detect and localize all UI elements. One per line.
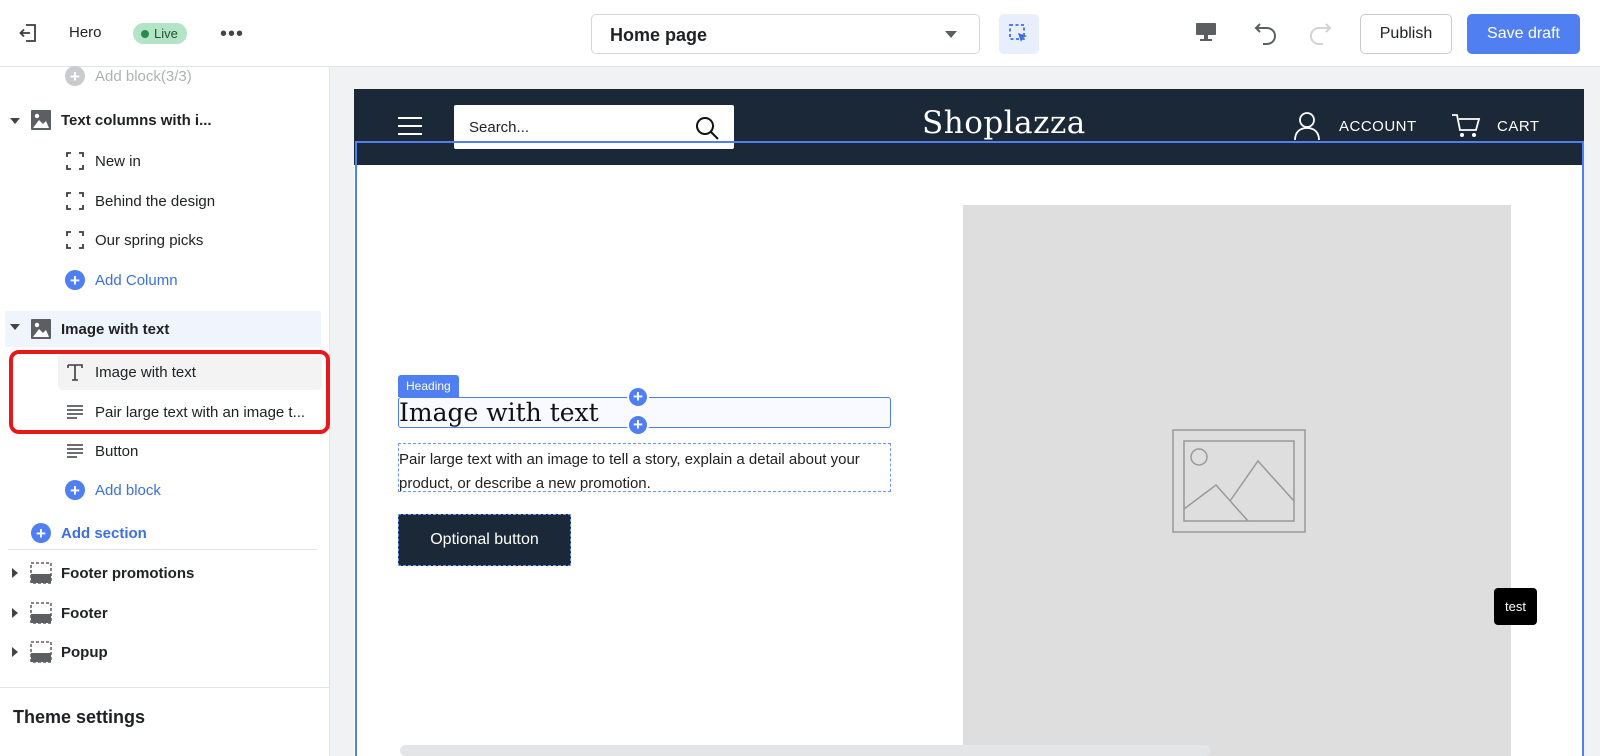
theme-name: Hero <box>69 24 102 41</box>
column-label: New in <box>95 152 141 170</box>
section-label: Popup <box>61 643 108 661</box>
add-circle-icon: + <box>65 66 85 86</box>
store-logo[interactable]: Shoplazza <box>922 105 1086 141</box>
column-label: Behind the design <box>95 192 216 210</box>
page-select-value: Home page <box>610 25 708 45</box>
image-section-icon <box>29 317 53 341</box>
collapse-caret-icon[interactable] <box>10 324 20 330</box>
highlight-annotation-box <box>9 350 330 434</box>
section-footer-promotions[interactable]: Footer promotions <box>29 555 194 591</box>
heading-text: Image with text <box>399 398 599 427</box>
image-placeholder-icon <box>1172 429 1306 537</box>
add-circle-icon: + <box>65 480 85 500</box>
page-select[interactable]: Home page <box>591 14 980 54</box>
collapse-caret-icon[interactable] <box>10 118 20 124</box>
exit-icon[interactable] <box>18 22 42 46</box>
cart-icon[interactable] <box>1451 113 1481 143</box>
add-block-top-label: Add block(3/3) <box>95 67 192 85</box>
add-block-label: Add block <box>95 481 161 499</box>
save-draft-button[interactable]: Save draft <box>1467 14 1580 54</box>
column-item-new-in[interactable]: New in <box>63 143 141 179</box>
account-link[interactable]: ACCOUNT <box>1339 118 1417 135</box>
editor-topbar: Hero Live ••• Home page Publish Save dra… <box>0 0 1600 67</box>
status-badge-label: Live <box>154 26 178 41</box>
section-footer[interactable]: Footer <box>29 595 108 631</box>
divider <box>8 549 317 550</box>
element-select-button[interactable] <box>999 14 1039 54</box>
optional-button[interactable]: Optional button <box>398 514 571 566</box>
add-block-below-icon[interactable]: + <box>627 414 649 436</box>
block-label: Button <box>95 442 139 460</box>
section-popup[interactable]: Popup <box>29 634 108 670</box>
desktop-view-icon[interactable] <box>1195 21 1217 47</box>
account-icon[interactable] <box>1293 111 1321 145</box>
undo-icon[interactable] <box>1253 19 1279 49</box>
image-placeholder[interactable] <box>963 205 1511 756</box>
section-image-with-text[interactable]: Image with text <box>29 311 169 347</box>
paragraph-text: Pair large text with an image to tell a … <box>399 451 860 492</box>
add-column-label: Add Column <box>95 271 178 289</box>
add-section-label: Add section <box>61 524 147 542</box>
footer-section-icon <box>29 640 53 664</box>
add-block-above-icon[interactable]: + <box>627 386 649 408</box>
add-circle-icon: + <box>31 523 51 543</box>
hamburger-menu-icon[interactable] <box>398 117 422 135</box>
footer-section-icon <box>29 601 53 625</box>
column-frame-icon <box>63 189 87 213</box>
sections-sidebar: + Add block(3/3) Text columns with i... … <box>0 66 330 756</box>
section-label: Footer <box>61 604 108 622</box>
column-item-behind-the-design[interactable]: Behind the design <box>63 183 215 219</box>
preview-scroll-shadow <box>400 745 1210 756</box>
add-block-disabled: + Add block(3/3) <box>63 58 192 94</box>
store-preview: Search... Shoplazza ACCOUNT CART Heading… <box>354 89 1584 756</box>
section-text-columns[interactable]: Text columns with i... <box>29 102 212 138</box>
theme-settings-link[interactable]: Theme settings <box>13 707 145 728</box>
column-item-our-spring-picks[interactable]: Our spring picks <box>63 222 203 258</box>
chevron-down-icon <box>945 31 957 38</box>
cart-link[interactable]: CART <box>1497 118 1540 135</box>
more-options-button[interactable]: ••• <box>220 22 244 46</box>
divider <box>0 687 330 688</box>
search-placeholder: Search... <box>469 119 530 136</box>
column-frame-icon <box>63 149 87 173</box>
add-section-button[interactable]: + Add section <box>29 515 147 551</box>
status-badge: Live <box>133 23 187 44</box>
section-image-with-text-label: Image with text <box>61 320 170 338</box>
section-text-columns-label: Text columns with i... <box>61 111 212 129</box>
select-cursor-icon <box>1009 24 1027 42</box>
expand-caret-icon[interactable] <box>12 608 18 618</box>
paragraph-lines-icon <box>63 439 87 463</box>
column-label: Our spring picks <box>95 231 204 249</box>
redo-icon[interactable] <box>1307 19 1333 49</box>
image-section-icon <box>29 108 53 132</box>
column-frame-icon <box>63 228 87 252</box>
add-circle-icon: + <box>65 270 85 290</box>
heading-block-tag: Heading <box>398 375 459 397</box>
expand-caret-icon[interactable] <box>12 568 18 578</box>
paragraph-block[interactable]: Pair large text with an image to tell a … <box>398 443 891 492</box>
test-button[interactable]: test <box>1494 588 1537 625</box>
live-dot-icon <box>141 30 149 38</box>
section-label: Footer promotions <box>61 564 195 582</box>
publish-button[interactable]: Publish <box>1360 14 1452 54</box>
add-block-button[interactable]: + Add block <box>63 472 161 508</box>
add-column-button[interactable]: + Add Column <box>63 262 178 298</box>
block-item-button[interactable]: Button <box>63 433 138 469</box>
footer-section-icon <box>29 561 53 585</box>
expand-caret-icon[interactable] <box>12 647 18 657</box>
